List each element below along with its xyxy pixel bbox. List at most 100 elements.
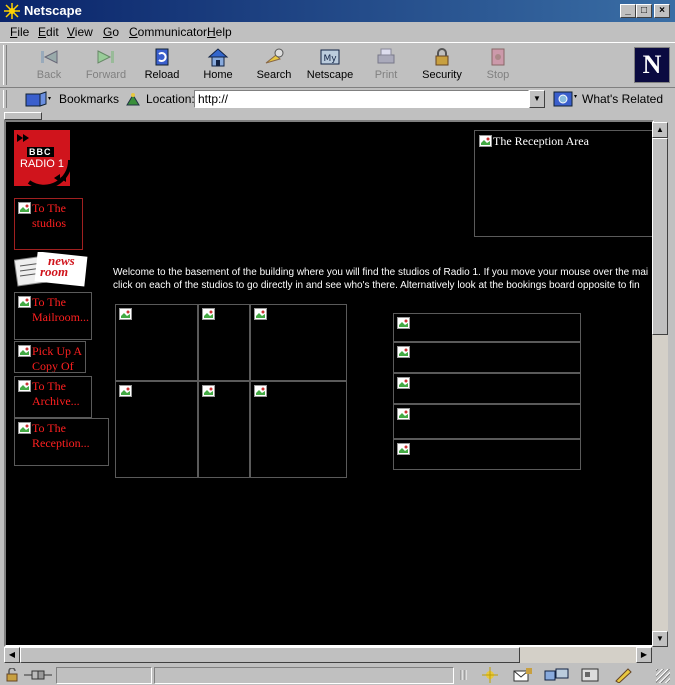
url-input[interactable]: http:// [194,90,529,108]
my-netscape-icon: My [320,49,340,65]
horizontal-scrollbar[interactable]: ◀ ▶ [4,647,652,663]
studio-cell[interactable] [250,304,347,381]
broken-image-icon [397,443,410,455]
studio-map [115,304,347,478]
nav-pick-up-copy[interactable]: Pick Up A Copy Of [14,341,86,373]
scroll-up-arrow[interactable]: ▲ [652,122,668,138]
scroll-left-arrow[interactable]: ◀ [4,647,20,663]
back-button[interactable]: Back [22,45,76,85]
minimize-button[interactable]: _ [620,4,636,18]
svg-text:▾: ▾ [48,95,51,102]
booking-slot[interactable] [393,313,581,342]
studio-cell[interactable] [115,381,198,478]
composer-icon[interactable] [612,667,634,683]
location-toolbar: ▾ Bookmarks Location: http:// ▼ ▾ What's… [0,88,675,110]
nav-mailroom-line1: To The [32,295,66,309]
bookmarks-label[interactable]: Bookmarks [59,92,119,106]
studio-cell[interactable] [198,304,250,381]
discussions-icon[interactable] [544,667,570,683]
horizontal-scroll-thumb[interactable] [20,647,520,663]
stop-button[interactable]: Stop [471,45,525,85]
maximize-button[interactable]: □ [636,4,652,18]
menu-edit[interactable]: Edit [38,25,59,39]
booking-slot[interactable] [393,373,581,404]
security-lock-icon[interactable] [4,668,22,682]
status-text-pane [154,667,454,684]
bookmarks-icon[interactable]: ▾ [24,90,52,108]
netscape-button[interactable]: My Netscape [303,45,357,85]
menu-communicator[interactable]: Communicator [129,25,207,39]
home-button[interactable]: Home [191,45,245,85]
nav-to-studios[interactable]: To The studios [14,198,83,250]
page-content: BBC RADIO 1 To The studios news room To … [4,120,654,647]
stop-label: Stop [486,69,510,81]
nav-studios-line1: To The [32,201,66,215]
resize-grip[interactable] [656,669,670,683]
reload-label: Reload [144,69,180,81]
printer-icon [377,48,395,64]
personal-toolbar-tab[interactable] [4,112,42,120]
nav-to-archive[interactable]: To The Archive... [14,376,92,418]
location-grip[interactable] [3,90,7,108]
nav-to-mailroom[interactable]: To The Mailroom... [14,292,92,340]
back-arrow-icon [41,50,58,64]
forward-arrow-icon [97,50,114,64]
reception-area-frame[interactable]: The Reception Area [474,130,652,237]
scroll-down-arrow[interactable]: ▼ [652,631,668,647]
broken-image-icon [397,408,410,420]
vertical-scroll-thumb[interactable] [652,138,668,335]
booking-slot[interactable] [393,439,581,470]
navigator-icon[interactable] [480,667,500,683]
booking-slot[interactable] [393,342,581,373]
reload-icon [155,48,169,66]
toolbar-grip[interactable] [3,45,7,85]
broken-image-icon [18,422,31,434]
security-button[interactable]: Security [415,45,469,85]
menu-go[interactable]: Go [103,25,119,39]
radio1-logo[interactable]: BBC RADIO 1 [14,130,70,186]
nav-to-reception[interactable]: To The Reception... [14,418,109,466]
padlock-icon [435,48,449,66]
navigation-toolbar: Back Forward Reload Home Search My Netsc… [0,42,675,88]
broken-image-icon [397,346,410,358]
url-dropdown-button[interactable]: ▼ [529,90,545,108]
location-icon[interactable] [125,91,141,107]
studio-cell[interactable] [198,381,250,478]
netscape-logo[interactable]: N [634,47,670,83]
window-title: Netscape [24,3,82,18]
close-button[interactable]: × [654,4,670,18]
search-label: Search [256,69,292,81]
studio-cell[interactable] [250,381,347,478]
nav-pickup-line2: Copy Of [32,359,74,373]
title-bar[interactable]: Netscape _ □ × [0,0,675,22]
home-label: Home [203,69,233,81]
search-button[interactable]: Search [247,45,301,85]
vertical-scrollbar[interactable]: ▲ ▼ [652,122,668,647]
broken-image-icon [397,377,410,389]
menu-help[interactable]: Help [207,25,232,39]
booking-slot[interactable] [393,404,581,439]
mail-icon[interactable] [512,667,534,683]
whats-related-icon[interactable]: ▾ [552,90,580,108]
scroll-right-arrow[interactable]: ▶ [636,647,652,663]
studio-cell[interactable] [115,304,198,381]
menu-bar: File Edit View Go Communicator Help [0,22,675,42]
radio1-text: RADIO 1 [20,158,65,170]
broken-image-icon [119,385,132,397]
reload-button[interactable]: Reload [135,45,189,85]
newsroom-logo[interactable]: news room [14,252,89,288]
progress-pane [56,667,152,684]
netscape-label: Netscape [306,69,354,81]
address-book-icon[interactable] [580,667,602,683]
welcome-line1: Welcome to the basement of the building … [113,267,649,278]
broken-image-icon [254,308,267,320]
menu-view[interactable]: View [67,25,93,39]
print-button[interactable]: Print [359,45,413,85]
forward-button[interactable]: Forward [79,45,133,85]
location-label: Location: [146,92,195,106]
welcome-line2: click on each of the studios to go direc… [113,280,640,291]
broken-image-icon [119,308,132,320]
svg-text:▾: ▾ [574,93,577,100]
whats-related-label[interactable]: What's Related [582,92,663,106]
menu-file[interactable]: File [10,25,29,39]
